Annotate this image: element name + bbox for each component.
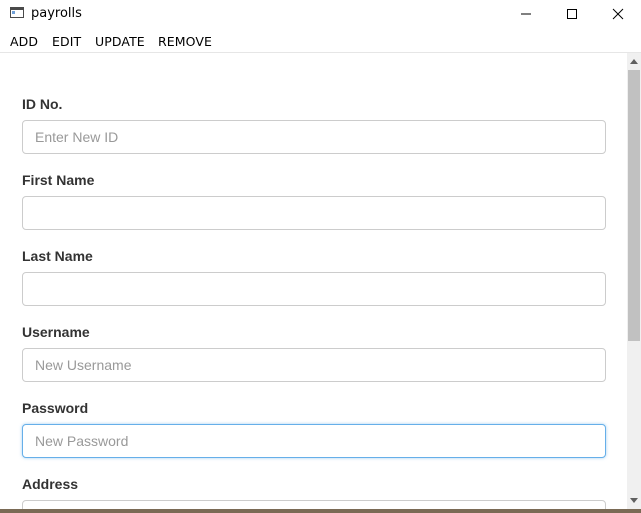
menu-remove[interactable]: REMOVE [158,34,212,49]
id-label: ID No. [22,96,63,112]
scroll-up-button[interactable] [627,53,641,70]
close-icon [612,8,624,20]
username-input[interactable] [22,348,606,382]
title-bar[interactable]: payrolls [0,0,641,28]
first-name-input[interactable] [22,196,606,230]
minimize-button[interactable] [503,0,549,28]
last-name-label: Last Name [22,248,93,264]
scroll-thumb[interactable] [628,70,640,341]
window-title: payrolls [31,6,82,21]
close-button[interactable] [595,0,641,28]
window-app-icon [10,7,24,18]
menu-update[interactable]: UPDATE [95,34,145,49]
address-input[interactable] [22,500,606,509]
password-input[interactable] [22,424,606,458]
menu-edit[interactable]: EDIT [52,34,81,49]
password-label: Password [22,400,89,416]
minimize-icon [521,13,531,15]
username-label: Username [22,324,90,340]
form-content: ID No. First Name Last Name Username Pas… [0,53,627,509]
first-name-label: First Name [22,172,95,188]
last-name-input[interactable] [22,272,606,306]
menu-add[interactable]: ADD [10,34,38,49]
menu-bar: ADD EDIT UPDATE REMOVE [0,28,641,53]
scroll-up-arrow-icon [630,59,638,64]
app-window: payrolls ADD EDIT UPDATE REMOVE ID No. F… [0,0,641,509]
vertical-scrollbar[interactable] [627,53,641,509]
id-input[interactable] [22,120,606,154]
maximize-button[interactable] [549,0,595,28]
scroll-down-arrow-icon [630,498,638,503]
scroll-down-button[interactable] [627,492,641,509]
maximize-icon [567,9,577,19]
address-label: Address [22,476,79,492]
